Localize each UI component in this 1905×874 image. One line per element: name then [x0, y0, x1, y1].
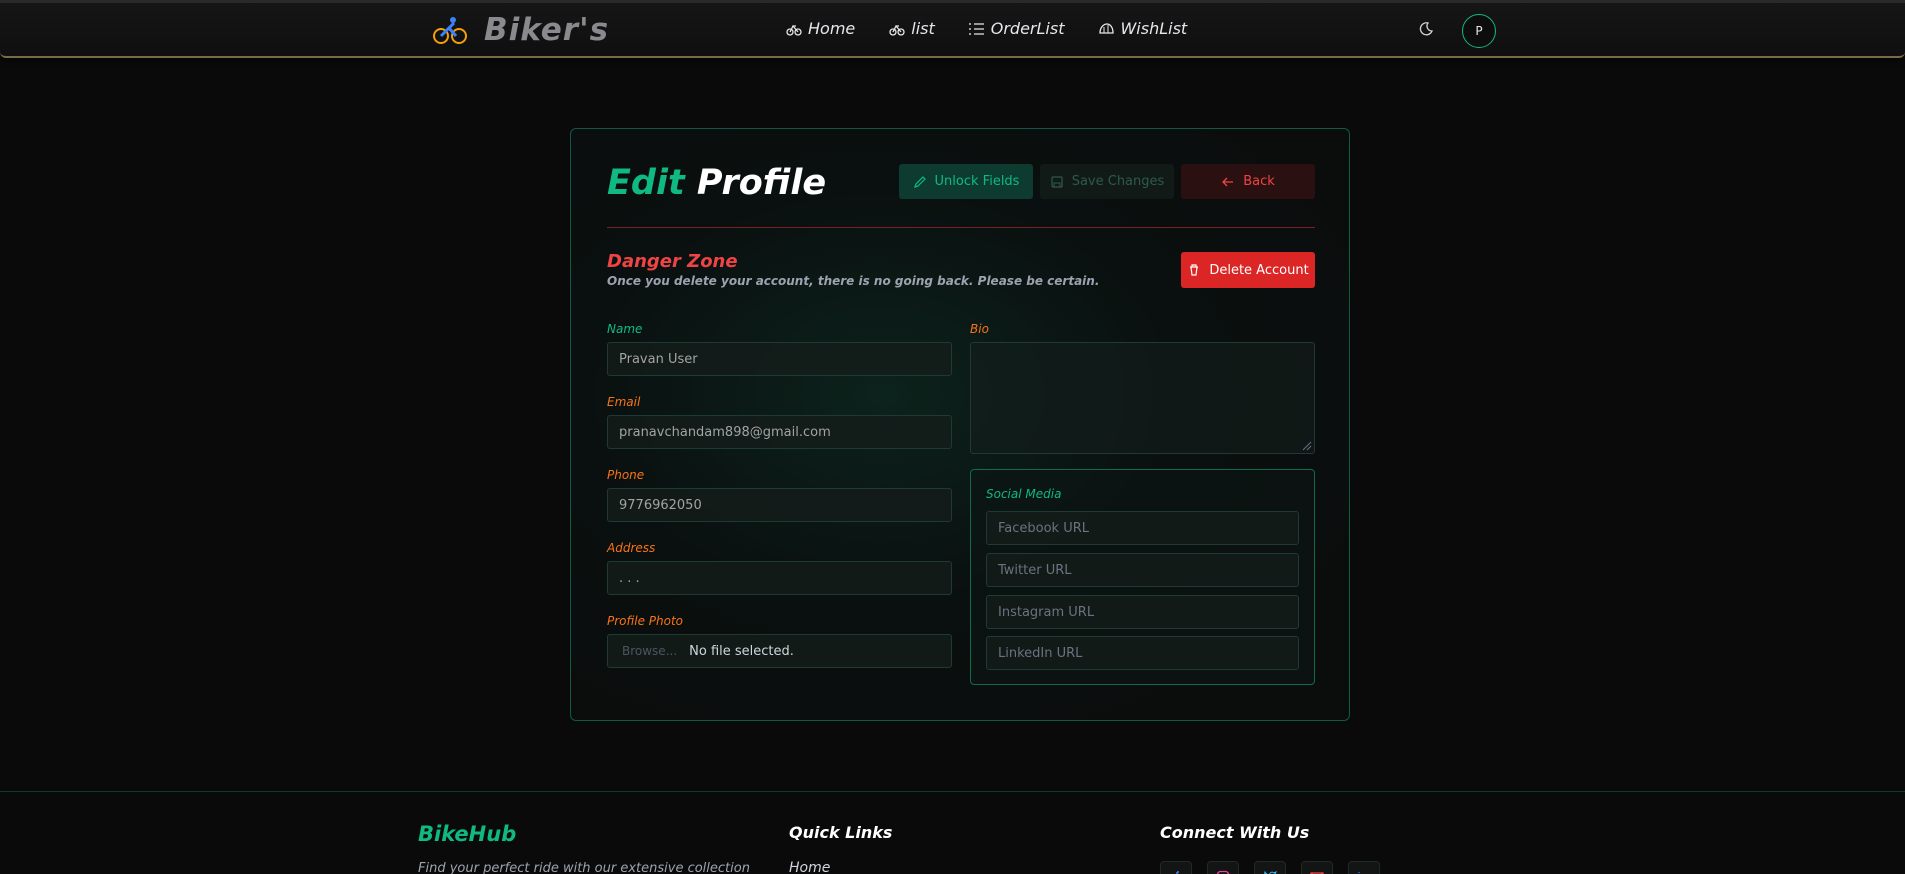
back-label: Back [1243, 174, 1275, 189]
connect-title: Connect With Us [1160, 823, 1310, 842]
profile-photo-input[interactable]: Browse... No file selected. [607, 634, 952, 668]
linkedin-icon[interactable] [1348, 861, 1380, 874]
social-media-panel: Social Media Facebook URL Twitter URL In… [970, 469, 1315, 685]
divider [607, 227, 1315, 228]
bike-icon [889, 24, 905, 36]
address-label: Address [607, 541, 656, 555]
edit-profile-card: Edit Profile Unlock Fields Save Changes … [570, 128, 1350, 721]
mail-icon[interactable] [1301, 861, 1333, 874]
danger-zone-description: Once you delete your account, there is n… [607, 274, 1100, 288]
nav-home[interactable]: Home [786, 19, 855, 38]
nav-orderlist-label: OrderList [990, 19, 1065, 38]
cyclist-logo-icon [433, 17, 467, 44]
name-label: Name [607, 322, 643, 336]
footer-link-home[interactable]: Home [789, 860, 830, 874]
instagram-url-input[interactable]: Instagram URL [986, 595, 1299, 629]
social-icons [1160, 861, 1380, 874]
profile-photo-label: Profile Photo [607, 614, 684, 628]
save-changes-button[interactable]: Save Changes [1040, 164, 1174, 199]
file-status: No file selected. [689, 643, 794, 659]
footer-description: Find your perfect ride with our extensiv… [418, 861, 750, 874]
back-button[interactable]: Back [1181, 164, 1315, 199]
save-changes-label: Save Changes [1071, 174, 1165, 189]
footer: BikeHub Find your perfect ride with our … [0, 791, 1905, 874]
navbar-top-line [0, 0, 1905, 3]
unlock-fields-label: Unlock Fields [934, 174, 1020, 189]
danger-zone-title: Danger Zone [607, 251, 738, 272]
page-title: Edit Profile [607, 163, 826, 203]
delete-account-label: Delete Account [1209, 262, 1309, 278]
brand-name: Biker's [484, 12, 610, 48]
bio-textarea[interactable] [970, 342, 1315, 454]
unlock-fields-button[interactable]: Unlock Fields [899, 164, 1033, 199]
nav-orderlist[interactable]: OrderList [969, 19, 1065, 38]
helmet-icon [1099, 22, 1115, 34]
nav-wishlist[interactable]: WishList [1098, 19, 1187, 38]
facebook-url-input[interactable]: Facebook URL [986, 511, 1299, 545]
list-icon [969, 22, 984, 35]
pencil-icon [913, 175, 926, 188]
browse-button[interactable]: Browse... [622, 644, 677, 658]
phone-field[interactable]: 9776962050 [607, 488, 952, 522]
brand[interactable]: Biker's [432, 12, 609, 48]
save-icon [1051, 175, 1063, 188]
email-label: Email [607, 395, 641, 409]
linkedin-url-input[interactable]: LinkedIn URL [986, 636, 1299, 670]
navbar: Biker's Home list OrderList WishList P [0, 0, 1905, 58]
resize-handle-icon[interactable] [1302, 441, 1312, 451]
social-media-title: Social Media [986, 487, 1062, 501]
nav-home-label: Home [808, 19, 856, 38]
nav-list-label: list [911, 19, 935, 38]
delete-account-button[interactable]: Delete Account [1181, 252, 1315, 288]
trash-icon [1190, 264, 1199, 276]
page-title-edit: Edit [607, 163, 685, 203]
instagram-icon[interactable] [1207, 861, 1239, 874]
name-field[interactable]: Pravan User [607, 342, 952, 376]
address-field[interactable]: . . . [607, 561, 952, 595]
nav-links: Home list OrderList WishList [786, 19, 1187, 38]
phone-label: Phone [607, 468, 645, 482]
twitter-icon[interactable] [1254, 861, 1286, 874]
page-title-profile: Profile [696, 163, 827, 203]
moon-icon[interactable] [1418, 21, 1434, 37]
quick-links-title: Quick Links [789, 823, 893, 842]
bike-icon [786, 24, 802, 36]
nav-list[interactable]: list [889, 19, 935, 38]
footer-brand: BikeHub [418, 822, 517, 846]
email-field[interactable]: pranavchandam898@gmail.com [607, 415, 952, 449]
twitter-url-input[interactable]: Twitter URL [986, 553, 1299, 587]
avatar[interactable]: P [1462, 14, 1496, 48]
arrow-left-icon [1222, 177, 1234, 186]
bio-label: Bio [970, 322, 989, 336]
facebook-icon[interactable] [1160, 861, 1192, 874]
nav-wishlist-label: WishList [1120, 19, 1188, 38]
